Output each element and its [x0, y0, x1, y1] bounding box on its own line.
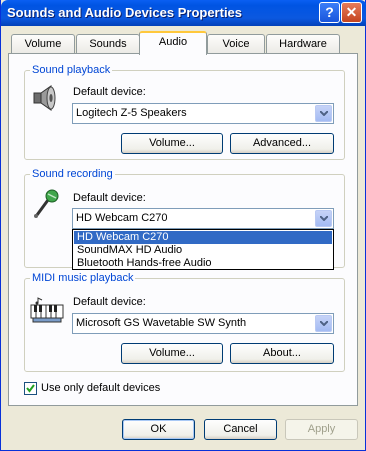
sound-playback-legend: Sound playback — [32, 64, 111, 76]
use-default-devices-checkbox[interactable] — [24, 382, 37, 395]
midi-volume-button[interactable]: Volume... — [121, 343, 223, 364]
midi-device-dropdown[interactable]: Microsoft GS Wavetable SW Synth — [72, 313, 334, 334]
about-button[interactable]: About... — [230, 343, 334, 364]
recording-option-hd-webcam[interactable]: HD Webcam C270 — [74, 231, 332, 244]
playback-device-dropdown[interactable]: Logitech Z-5 Speakers — [72, 103, 334, 124]
use-default-devices-label[interactable]: Use only default devices — [41, 382, 160, 394]
about-label: About... — [263, 347, 301, 359]
midi-volume-label: Volume... — [149, 347, 195, 359]
midi-playback-legend: MIDI music playback — [32, 272, 134, 284]
tab-audio[interactable]: Audio — [139, 31, 207, 55]
playback-volume-button[interactable]: Volume... — [121, 133, 223, 154]
window-title: Sounds and Audio Devices Properties — [7, 5, 243, 20]
ok-label: OK — [150, 423, 167, 435]
speaker-icon — [31, 83, 61, 116]
recording-device-list[interactable]: HD Webcam C270 SoundMAX HD Audio Bluetoo… — [72, 229, 334, 270]
microphone-icon — [31, 187, 63, 222]
tab-sounds[interactable]: Sounds — [76, 34, 140, 53]
apply-label: Apply — [307, 423, 336, 435]
dialog-window: Sounds and Audio Devices Properties ? ✕ … — [0, 0, 366, 451]
midi-device-value: Microsoft GS Wavetable SW Synth — [76, 317, 247, 329]
playback-volume-label: Volume... — [149, 137, 195, 149]
help-button[interactable]: ? — [319, 2, 340, 23]
ok-button[interactable]: OK — [122, 419, 195, 440]
tab-voice[interactable]: Voice — [207, 34, 265, 53]
recording-option-bluetooth[interactable]: Bluetooth Hands-free Audio — [74, 257, 332, 270]
recording-device-value: HD Webcam C270 — [76, 212, 168, 224]
checkmark-icon — [26, 384, 35, 393]
chevron-down-icon[interactable] — [315, 210, 332, 227]
chevron-down-icon[interactable] — [315, 105, 332, 122]
chevron-down-icon[interactable] — [315, 315, 332, 332]
playback-default-label: Default device: — [73, 86, 146, 98]
tab-hardware[interactable]: Hardware — [266, 34, 340, 53]
advanced-label: Advanced... — [252, 137, 312, 149]
title-bar[interactable]: Sounds and Audio Devices Properties ? ✕ — [1, 0, 366, 26]
cancel-button[interactable]: Cancel — [204, 419, 277, 440]
midi-default-label: Default device: — [73, 296, 146, 308]
apply-button[interactable]: Apply — [285, 419, 358, 440]
cancel-label: Cancel — [223, 423, 258, 435]
midi-keyboard-icon — [30, 297, 64, 326]
recording-default-label: Default device: — [73, 192, 146, 204]
close-button[interactable]: ✕ — [341, 2, 362, 23]
playback-device-value: Logitech Z-5 Speakers — [76, 107, 187, 119]
recording-device-dropdown[interactable]: HD Webcam C270 — [72, 208, 334, 229]
recording-option-soundmax[interactable]: SoundMAX HD Audio — [74, 244, 332, 257]
tab-volume[interactable]: Volume — [11, 34, 75, 53]
sound-recording-legend: Sound recording — [32, 168, 113, 180]
advanced-button[interactable]: Advanced... — [230, 133, 334, 154]
